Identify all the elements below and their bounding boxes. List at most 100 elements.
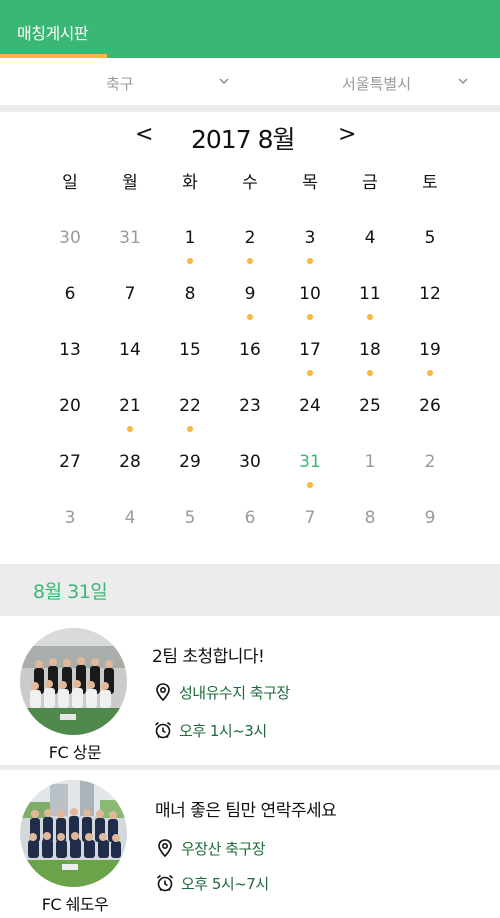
calendar-day[interactable]: 26 [400, 378, 460, 434]
selected-date-label: 8월 31일 [33, 581, 108, 603]
calendar-day[interactable]: 9 [220, 266, 280, 322]
time-row: 오후 5시~7시 [155, 871, 269, 895]
post-title: 매너 좋은 팀만 연락주세요 [155, 801, 337, 821]
team-photo-icon [20, 628, 127, 735]
calendar-day[interactable]: 23 [220, 378, 280, 434]
calendar-day[interactable]: 8 [160, 266, 220, 322]
calendar-day[interactable]: 24 [280, 378, 340, 434]
calendar-day-number: 4 [364, 228, 376, 248]
calendar-day-number: 7 [124, 284, 136, 304]
next-month-button[interactable]: > [338, 122, 356, 147]
calendar-day[interactable]: 13 [40, 322, 100, 378]
prev-month-button[interactable]: < [135, 122, 153, 147]
calendar-day[interactable]: 6 [40, 266, 100, 322]
match-indicator-dot [307, 258, 313, 264]
calendar-day[interactable]: 27 [40, 434, 100, 490]
calendar-day-number: 24 [299, 396, 321, 416]
calendar-day-number: 5 [424, 228, 436, 248]
time-text: 오후 5시~7시 [181, 874, 269, 893]
calendar-day[interactable]: 10 [280, 266, 340, 322]
calendar-grid: 30 31 1 2 3 4 5 6 7 8 9 10 11 12 13 14 15 16 17 18 19 20 21 22 2… [0, 210, 500, 546]
match-indicator-dot [307, 482, 313, 488]
calendar-day[interactable]: 2 [220, 210, 280, 266]
calendar-day[interactable]: 7 [280, 490, 340, 546]
calendar-day-number: 20 [59, 396, 81, 416]
calendar-day[interactable]: 28 [100, 434, 160, 490]
match-indicator-dot [307, 370, 313, 376]
calendar-day[interactable]: 16 [220, 322, 280, 378]
weekday-label: 화 [182, 173, 198, 193]
calendar-day[interactable]: 18 [340, 322, 400, 378]
calendar-day[interactable]: 5 [400, 210, 460, 266]
location-row: 우장산 축구장 [155, 836, 266, 860]
weekday-label: 월 [122, 173, 138, 193]
chevron-down-icon [458, 78, 468, 84]
selected-date-header: 8월 31일 [0, 564, 500, 616]
calendar-day[interactable]: 11 [340, 266, 400, 322]
calendar-day[interactable]: 29 [160, 434, 220, 490]
calendar-day-number: 31 [119, 228, 141, 248]
calendar-day[interactable]: 12 [400, 266, 460, 322]
calendar-day[interactable]: 8 [340, 490, 400, 546]
calendar-day[interactable]: 20 [40, 378, 100, 434]
calendar-day[interactable]: 5 [160, 490, 220, 546]
alarm-clock-icon [154, 721, 172, 739]
calendar-day-number: 14 [119, 340, 141, 360]
calendar-day-number: 7 [304, 508, 316, 528]
calendar-day-number: 16 [239, 340, 261, 360]
match-indicator-dot [247, 258, 253, 264]
calendar-day[interactable]: 3 [40, 490, 100, 546]
calendar-day-number: 5 [184, 508, 196, 528]
calendar-day[interactable]: 6 [220, 490, 280, 546]
calendar-day-number: 13 [59, 340, 81, 360]
team-photo-icon [20, 780, 127, 887]
calendar-day-number: 4 [124, 508, 136, 528]
calendar-day[interactable]: 25 [340, 378, 400, 434]
calendar-day[interactable]: 17 [280, 322, 340, 378]
calendar-day[interactable]: 21 [100, 378, 160, 434]
calendar-day[interactable]: 2 [400, 434, 460, 490]
calendar-day-number: 26 [419, 396, 441, 416]
sport-select[interactable]: 축구 [0, 58, 250, 105]
calendar-day[interactable]: 31 [100, 210, 160, 266]
calendar-day-number: 2 [424, 452, 436, 472]
calendar-day-number: 28 [119, 452, 141, 472]
time-text: 오후 1시~3시 [179, 721, 267, 740]
calendar-day-number: 29 [179, 452, 201, 472]
weekday-label: 일 [62, 173, 78, 193]
region-select-label: 서울특별시 [342, 75, 412, 93]
weekday-header: 일 월 화 수 목 금 토 [0, 168, 500, 196]
post-title: 2팀 초청합니다! [152, 647, 265, 667]
calendar-day[interactable]: 22 [160, 378, 220, 434]
calendar-day[interactable]: 19 [400, 322, 460, 378]
calendar-day-number: 15 [179, 340, 201, 360]
calendar-day-number: 23 [239, 396, 261, 416]
match-indicator-dot [367, 314, 373, 320]
match-indicator-dot [127, 426, 133, 432]
region-select[interactable]: 서울특별시 [250, 58, 500, 105]
calendar-day[interactable]: 1 [340, 434, 400, 490]
calendar-day[interactable]: 14 [100, 322, 160, 378]
calendar-day[interactable]: 4 [100, 490, 160, 546]
weekday-label: 목 [302, 173, 318, 193]
section-divider [0, 105, 500, 112]
calendar-day[interactable]: 30 [220, 434, 280, 490]
calendar-day-selected[interactable]: 31 [280, 434, 340, 490]
team-name: FC 쉐도우 [41, 895, 109, 914]
calendar-day[interactable]: 15 [160, 322, 220, 378]
calendar-day[interactable]: 30 [40, 210, 100, 266]
calendar-day[interactable]: 3 [280, 210, 340, 266]
sport-select-label: 축구 [106, 75, 134, 93]
match-item[interactable]: FC 상문 2팀 초청합니다! 성내유수지 축구장 오후 1시~3시 [0, 618, 500, 764]
calendar-day-number: 30 [59, 228, 81, 248]
match-item[interactable]: FC 쉐도우 매너 좋은 팀만 연락주세요 우장산 축구장 오후 5시~7시 [0, 770, 500, 918]
calendar-day[interactable]: 9 [400, 490, 460, 546]
location-pin-icon [158, 839, 172, 858]
calendar-day[interactable]: 1 [160, 210, 220, 266]
calendar-day[interactable]: 7 [100, 266, 160, 322]
match-indicator-dot [187, 258, 193, 264]
match-indicator-dot [307, 314, 313, 320]
calendar-day-number: 1 [364, 452, 376, 472]
calendar-day[interactable]: 4 [340, 210, 400, 266]
page-title[interactable]: 매칭게시판 [17, 20, 89, 44]
